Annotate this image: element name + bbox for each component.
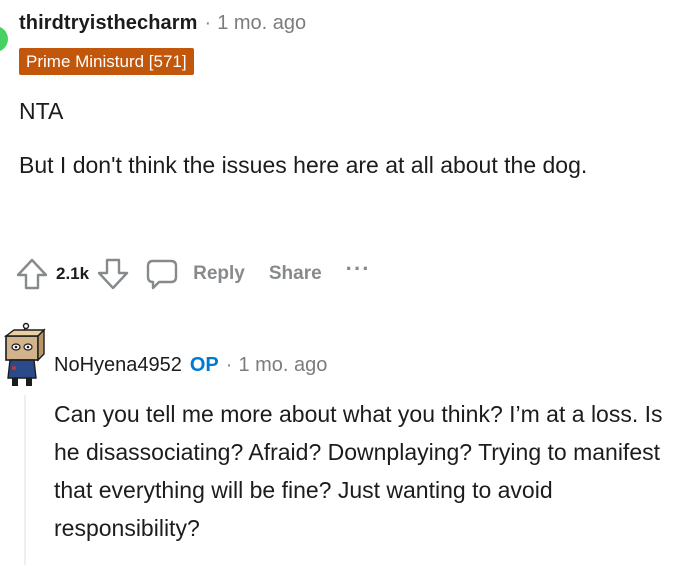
comment-timestamp[interactable]: 1 mo. ago bbox=[217, 12, 306, 34]
separator-dot: · bbox=[204, 12, 212, 34]
separator-dot: · bbox=[225, 354, 233, 376]
op-badge: OP bbox=[189, 354, 219, 376]
comment-action-bar: 2.1k Reply Share ··· bbox=[14, 255, 371, 293]
snoo-avatar-icon[interactable] bbox=[0, 322, 46, 392]
thread-line[interactable] bbox=[24, 395, 26, 565]
speech-bubble-icon bbox=[146, 259, 178, 290]
downvote-arrow-icon[interactable] bbox=[95, 256, 131, 292]
upvote-arrow-icon[interactable] bbox=[14, 256, 50, 292]
share-button[interactable]: Share bbox=[269, 263, 322, 285]
reply-timestamp[interactable]: 1 mo. ago bbox=[238, 354, 327, 376]
reply-label: Reply bbox=[193, 263, 245, 284]
reply-button[interactable]: Reply bbox=[145, 257, 245, 291]
vote-score: 2.1k bbox=[56, 264, 90, 283]
comment-thread: thirdtryisthecharm · 1 mo. ago Prime Minis… bbox=[0, 0, 700, 565]
reply-username[interactable]: NoHyena4952 bbox=[54, 354, 182, 376]
reply-body: Can you tell me more about what you thin… bbox=[54, 401, 663, 541]
reply-header: NoHyena4952 OP · 1 mo. ago bbox=[54, 352, 327, 378]
comment-paragraph: NTA bbox=[19, 98, 64, 124]
user-avatar[interactable] bbox=[0, 26, 8, 52]
comment-paragraph: But I don't think the issues here are at… bbox=[19, 152, 588, 178]
user-flair: Prime Ministurd [571] bbox=[19, 48, 194, 75]
comment-username[interactable]: thirdtryisthecharm bbox=[19, 12, 198, 34]
comment-header: thirdtryisthecharm · 1 mo. ago bbox=[19, 10, 306, 36]
comment-body: NTA But I don't think the issues here ar… bbox=[19, 94, 679, 182]
more-options-button[interactable]: ··· bbox=[346, 256, 371, 282]
